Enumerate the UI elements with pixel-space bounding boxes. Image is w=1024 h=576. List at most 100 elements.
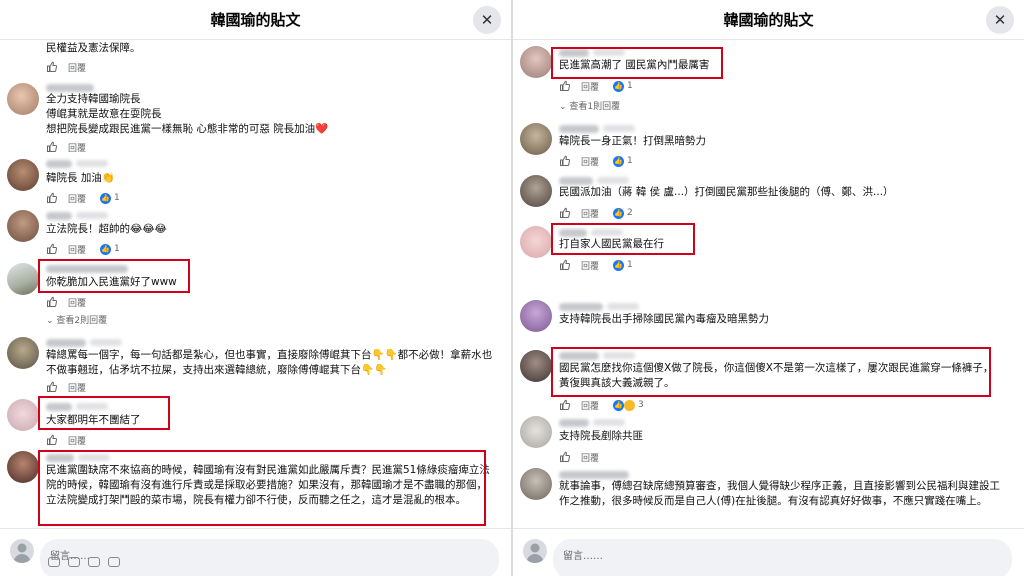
comment-item: 民國派加油（蔣 韓 侯 盧...）打倒國民黨那些扯後腿的（傅、鄭、洪...） 回…: [513, 172, 1024, 224]
dialog-header: 韓國瑜的貼文 ✕: [0, 0, 511, 40]
like-reaction-icon: 👍: [100, 192, 111, 204]
like-icon[interactable]: [559, 399, 571, 411]
avatar[interactable]: [520, 416, 552, 448]
comment-item: 支持院長剷除共匪 回覆: [513, 414, 1024, 466]
reply-button[interactable]: 回覆: [68, 296, 96, 309]
dialog-title: 韓國瑜的貼文: [723, 11, 814, 29]
dialog-title: 韓國瑜的貼文: [210, 11, 301, 29]
commenter-name[interactable]: [559, 229, 587, 237]
reply-button[interactable]: 回覆: [68, 141, 96, 154]
commenter-name[interactable]: [46, 339, 86, 347]
like-icon[interactable]: [559, 259, 571, 271]
reaction-count[interactable]: 👍 1: [613, 80, 633, 92]
comment-input[interactable]: 留言……: [553, 539, 1012, 576]
commenter-name[interactable]: [46, 84, 94, 92]
avatar[interactable]: [7, 263, 39, 295]
sticker-icon[interactable]: [108, 557, 120, 567]
reaction-count[interactable]: 👍 2: [613, 207, 633, 219]
like-icon[interactable]: [46, 381, 58, 393]
like-reaction-icon: 👍: [613, 80, 624, 92]
commenter-name[interactable]: [46, 454, 74, 462]
commenter-name[interactable]: [559, 125, 599, 133]
reply-button[interactable]: 回覆: [581, 207, 611, 220]
gif-icon[interactable]: [88, 557, 100, 567]
user-avatar[interactable]: [10, 539, 34, 563]
like-icon[interactable]: [559, 207, 571, 219]
reaction-count[interactable]: 👍 1: [100, 243, 120, 255]
avatar[interactable]: [520, 350, 552, 382]
avatar[interactable]: [7, 337, 39, 369]
avatar[interactable]: [520, 300, 552, 332]
comment-item: 民進黨圍缺席不來協商的時候，韓國瑜有沒有對民進黨如此嚴厲斥責？民進黨51條綠痰瘤…: [0, 448, 511, 528]
commenter-name[interactable]: [46, 212, 72, 220]
commenter-name[interactable]: [46, 403, 72, 411]
close-button[interactable]: ✕: [986, 6, 1014, 34]
avatar[interactable]: [7, 399, 39, 431]
like-icon[interactable]: [46, 296, 58, 308]
like-icon[interactable]: [46, 434, 58, 446]
close-button[interactable]: ✕: [473, 6, 501, 34]
post-dialog-left: 韓國瑜的貼文 ✕ 民權益及憲法保障。 回覆 全力支持韓國瑜院長 傅崐萁就是故意在…: [0, 0, 511, 576]
comment-text: 打自家人國民黨最在行: [559, 238, 664, 250]
commenter-name[interactable]: [559, 471, 629, 479]
commenter-name[interactable]: [559, 303, 603, 311]
like-icon[interactable]: [559, 155, 571, 167]
avatar[interactable]: [7, 83, 39, 115]
reply-button[interactable]: 回覆: [581, 399, 611, 412]
comment-item: 你乾脆加入民進黨好了www 回覆 ⌄ 查看2則回覆: [0, 258, 511, 330]
commenter-name[interactable]: [559, 352, 599, 360]
user-avatar[interactable]: [523, 539, 547, 563]
reaction-count[interactable]: 👍 1: [613, 259, 633, 271]
reply-button[interactable]: 回覆: [581, 259, 611, 272]
comment-text: 支持院長剷除共匪: [559, 430, 643, 442]
like-icon[interactable]: [46, 192, 58, 204]
comment-text: 國民黨怎麼找你這個傻X做了院長，你這個傻X不是第一次這樣了，屢次跟民進黨穿一條褲…: [559, 362, 994, 389]
avatar[interactable]: [7, 210, 39, 242]
avatar[interactable]: [520, 46, 552, 78]
comment-text: 大家都明年不團結了: [46, 414, 141, 426]
reply-button[interactable]: 回覆: [68, 434, 96, 447]
commenter-name[interactable]: [559, 177, 593, 185]
commenter-name[interactable]: [559, 49, 589, 57]
dialog-header: 韓國瑜的貼文 ✕: [513, 0, 1024, 40]
avatar[interactable]: [520, 226, 552, 258]
comment-text: 民進黨高潮了 國民黨內鬥最厲害: [559, 59, 710, 71]
avatar[interactable]: [520, 123, 552, 155]
like-reaction-icon: 👍: [613, 399, 624, 411]
reply-button[interactable]: 回覆: [581, 155, 611, 168]
like-icon[interactable]: [559, 80, 571, 92]
comment-text: 立法院長！超帥的😂😂😂: [46, 223, 167, 235]
like-icon[interactable]: [46, 61, 58, 73]
reply-button[interactable]: 回覆: [68, 381, 96, 394]
reaction-count[interactable]: 👍 1: [100, 192, 120, 204]
commenter-name[interactable]: [46, 160, 72, 168]
reaction-count[interactable]: 👍 3: [613, 399, 644, 411]
like-icon[interactable]: [559, 451, 571, 463]
view-replies-link[interactable]: ⌄ 查看2則回覆: [46, 313, 107, 326]
comment-text: 就事論事，傅總召缺席總預算審查，我個人覺得缺少程序正義，且直接影響到公民福利與建…: [559, 480, 1000, 507]
avatar[interactable]: [520, 468, 552, 500]
like-reaction-icon: 👍: [613, 259, 624, 271]
comment-text: 支持韓院長出手掃除國民黨內毒瘤及暗黑勢力: [559, 313, 769, 325]
avatar[interactable]: [520, 175, 552, 207]
reply-button[interactable]: 回覆: [68, 192, 98, 205]
comment-item: 打自家人國民黨最在行 回覆 👍 1: [513, 224, 1024, 296]
reaction-count[interactable]: 👍 1: [613, 155, 633, 167]
avatar[interactable]: [7, 451, 39, 483]
comment-item: 民進黨高潮了 國民黨內鬥最厲害 回覆 👍 1 ⌄ 查看1則回覆: [513, 40, 1024, 116]
view-replies-link[interactable]: ⌄ 查看1則回覆: [559, 99, 620, 112]
reply-button[interactable]: 回覆: [68, 243, 98, 256]
commenter-name[interactable]: [46, 265, 128, 273]
reply-button[interactable]: 回覆: [68, 61, 96, 74]
comment-item: 支持韓院長出手掃除國民黨內毒瘤及暗黑勢力: [513, 298, 1024, 346]
commenter-name[interactable]: [559, 419, 589, 427]
avatar[interactable]: [7, 159, 39, 191]
reply-button[interactable]: 回覆: [581, 80, 611, 93]
like-reaction-icon: 👍: [613, 155, 624, 167]
like-icon[interactable]: [46, 243, 58, 255]
like-icon[interactable]: [46, 141, 58, 153]
comment-item: 韓總罵每一個字，每一句話都是紮心，但也事實，直接廢除傅崐萁下台👇👇都不必做！拿薪…: [0, 334, 511, 396]
emoji-icon[interactable]: [48, 557, 60, 567]
reply-button[interactable]: 回覆: [581, 451, 609, 464]
camera-icon[interactable]: [68, 557, 80, 567]
